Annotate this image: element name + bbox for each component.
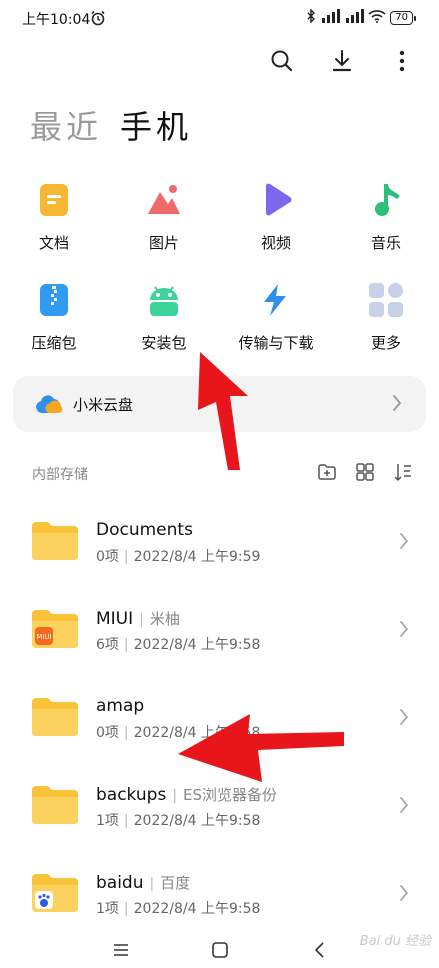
tab-phone[interactable]: 手机 — [120, 102, 192, 148]
file-name: Documents — [96, 520, 193, 540]
category-label: 视频 — [260, 234, 291, 252]
chevron-right-icon — [399, 532, 409, 554]
category-label: 传输与下载 — [238, 334, 314, 352]
file-name: amap — [96, 696, 145, 716]
file-name: MIUI — [96, 609, 134, 629]
wifi-icon — [368, 9, 386, 26]
list-item[interactable]: MIUI MIUI | 米柚 6项 | 2022/8/4 上午9:58 — [0, 586, 439, 674]
search-icon[interactable] — [269, 46, 295, 76]
grid-view-icon[interactable] — [355, 462, 375, 482]
chevron-right-icon — [399, 620, 409, 642]
category-archives[interactable]: 压缩包 — [9, 276, 99, 366]
music-note-icon — [375, 184, 400, 216]
file-name-row: MIUI | 米柚 — [96, 609, 180, 629]
file-alias: 百度 — [160, 874, 191, 892]
file-date: 2022/8/4 上午9:58 — [133, 813, 261, 829]
download-icon[interactable] — [329, 46, 355, 76]
file-count: 1项 — [96, 901, 119, 917]
cloud-icon — [35, 394, 63, 418]
folder-icon: MIUI — [32, 610, 78, 648]
cloud-label: 小米云盘 — [73, 396, 134, 414]
tab-recent[interactable]: 最近 — [30, 102, 102, 148]
file-name-row: amap — [96, 696, 144, 716]
list-item[interactable]: amap 0项 | 2022/8/4 上午9:58 — [0, 674, 439, 762]
file-alias: 米柚 — [149, 610, 180, 628]
category-label: 压缩包 — [31, 334, 77, 352]
archive-icon — [40, 284, 68, 316]
video-play-icon — [266, 183, 292, 216]
chevron-right-icon — [399, 708, 409, 730]
file-meta: 1项 | 2022/8/4 上午9:58 — [96, 813, 261, 829]
top-actions — [269, 46, 415, 76]
storage-tools — [317, 462, 413, 482]
chevron-right-icon — [399, 884, 409, 906]
folder-icon — [32, 698, 78, 736]
file-date: 2022/8/4 上午9:59 — [133, 549, 261, 565]
view-tabs: 最近 手机 — [30, 102, 192, 148]
document-icon — [40, 184, 68, 216]
bluetooth-icon — [306, 8, 316, 26]
file-count: 1项 — [96, 813, 119, 829]
battery-indicator: 70 — [390, 10, 416, 25]
folder-icon — [32, 874, 78, 912]
list-item[interactable]: baidu | 百度 1项 | 2022/8/4 上午9:58 — [0, 850, 439, 938]
back-icon[interactable] — [310, 940, 330, 960]
category-transfers[interactable]: 传输与下载 — [231, 276, 321, 366]
file-meta: 6项 | 2022/8/4 上午9:58 — [96, 637, 261, 653]
status-time: 上午10:04 — [22, 12, 91, 28]
menu-icon[interactable] — [111, 940, 131, 960]
transfer-icon — [264, 284, 286, 316]
file-count: 0项 — [96, 725, 119, 741]
folder-icon — [32, 522, 78, 560]
category-label: 文档 — [38, 234, 69, 252]
xiaomi-cloud-card[interactable]: 小米云盘 — [13, 376, 426, 432]
category-label: 更多 — [370, 334, 401, 352]
home-icon[interactable] — [210, 940, 230, 960]
file-date: 2022/8/4 上午9:58 — [133, 901, 261, 917]
folder-icon — [32, 786, 78, 824]
file-name: backups — [96, 785, 167, 805]
chevron-right-icon — [392, 394, 402, 416]
sort-icon[interactable] — [393, 462, 413, 482]
more-vertical-icon[interactable] — [389, 46, 415, 76]
chevron-right-icon — [399, 796, 409, 818]
watermark: Bai du 经验 — [359, 934, 431, 949]
more-grid-icon — [369, 283, 403, 317]
category-label: 安装包 — [141, 334, 187, 352]
android-icon — [150, 286, 178, 316]
list-item[interactable]: backups | ES浏览器备份 1项 | 2022/8/4 上午9:58 — [0, 762, 439, 850]
image-icon — [148, 185, 180, 214]
file-meta: 0项 | 2022/8/4 上午9:59 — [96, 549, 261, 565]
signal-icon-2 — [344, 9, 365, 26]
file-count: 0项 — [96, 549, 119, 565]
category-images[interactable]: 图片 — [119, 176, 209, 266]
miui-badge: MIUI — [36, 633, 51, 641]
category-more[interactable]: 更多 — [341, 276, 431, 366]
file-alias: ES浏览器备份 — [183, 786, 278, 804]
file-count: 6项 — [96, 637, 119, 653]
storage-header: 内部存储 — [32, 467, 88, 483]
status-bar: 上午10:04 70 — [0, 0, 439, 36]
category-apks[interactable]: 安装包 — [119, 276, 209, 366]
file-date: 2022/8/4 上午9:58 — [133, 637, 261, 653]
file-date: 2022/8/4 上午9:58 — [133, 725, 261, 741]
category-label: 音乐 — [370, 234, 401, 252]
signal-icon — [320, 9, 341, 26]
status-indicators: 70 — [306, 8, 416, 26]
alarm-clock-icon — [90, 10, 106, 30]
list-item[interactable]: Documents 0项 | 2022/8/4 上午9:59 — [0, 498, 439, 586]
file-name-row: backups | ES浏览器备份 — [96, 785, 278, 805]
file-name-row: baidu | 百度 — [96, 873, 191, 893]
new-folder-icon[interactable] — [317, 462, 337, 482]
category-videos[interactable]: 视频 — [231, 176, 321, 266]
category-label: 图片 — [148, 234, 179, 252]
file-meta: 0项 | 2022/8/4 上午9:58 — [96, 725, 261, 741]
file-name-row: Documents — [96, 520, 193, 540]
file-name: baidu — [96, 873, 144, 893]
category-documents[interactable]: 文档 — [9, 176, 99, 266]
file-meta: 1项 | 2022/8/4 上午9:58 — [96, 901, 261, 917]
category-music[interactable]: 音乐 — [341, 176, 431, 266]
